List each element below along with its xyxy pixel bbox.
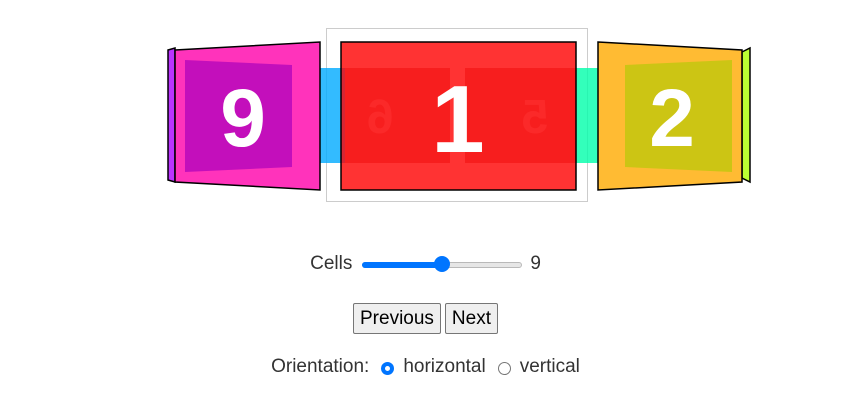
cells-slider[interactable]: [362, 254, 523, 274]
cells-control-row: Cells 9: [0, 253, 851, 275]
cells-slider-thumb[interactable]: [434, 256, 451, 272]
carousel-cell-1-label: 1: [431, 66, 484, 173]
vertical-radio-label[interactable]: vertical: [520, 356, 580, 378]
horizontal-radio-label[interactable]: horizontal: [403, 356, 485, 378]
orientation-row: Orientation: horizontal vertical: [0, 356, 851, 378]
previous-button[interactable]: Previous: [353, 303, 441, 334]
carousel-cell-3[interactable]: [741, 46, 751, 184]
vertical-radio[interactable]: [497, 361, 511, 375]
cells-value: 9: [530, 253, 541, 274]
navigation-row: Previous Next: [0, 303, 851, 334]
orientation-label: Orientation:: [271, 356, 370, 377]
carousel-cell-2-label: 2: [649, 73, 695, 164]
carousel-cell-8[interactable]: [167, 47, 176, 183]
cells-label: Cells: [310, 253, 353, 274]
horizontal-radio[interactable]: [381, 361, 395, 375]
carousel-cell-9[interactable]: 9: [174, 41, 321, 191]
cells-slider-fill: [362, 262, 443, 268]
carousel-cell-9-label: 9: [220, 73, 266, 164]
next-button[interactable]: Next: [444, 303, 498, 334]
carousel-cell-2[interactable]: 2: [597, 41, 743, 191]
carousel-cell-1[interactable]: 1: [340, 41, 577, 191]
carousel: 6 5 9 2 1: [167, 28, 751, 202]
